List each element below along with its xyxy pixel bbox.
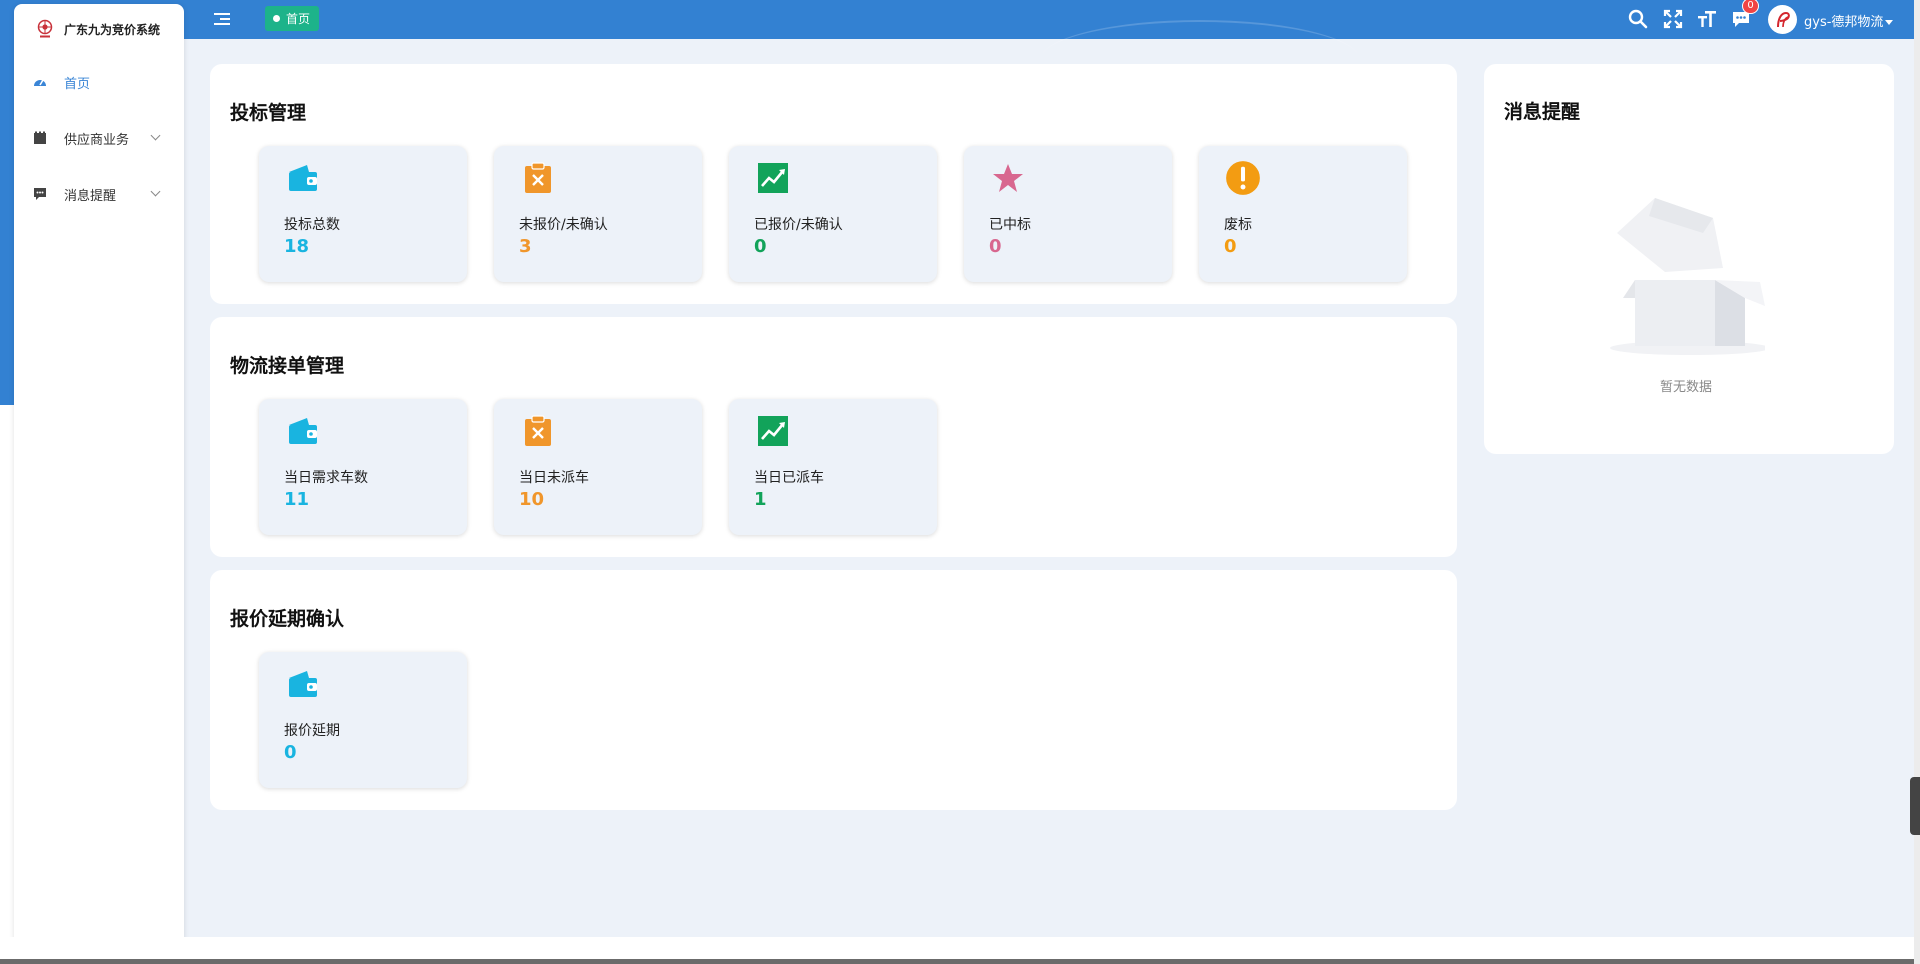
top-header: 首页 0 gys-德邦物流 — [0, 0, 1920, 39]
user-name[interactable]: gys-德邦物流 — [1804, 11, 1883, 30]
avatar[interactable] — [1768, 5, 1797, 34]
sidebar-item-home[interactable]: 首页 — [14, 70, 184, 94]
message-count-badge: 0 — [1742, 0, 1759, 14]
stat-label: 废标 — [1224, 217, 1252, 233]
side-scroll-handle[interactable] — [1910, 777, 1920, 835]
trend-chart-icon — [758, 416, 788, 446]
stat-value: 0 — [754, 236, 767, 257]
stat-value: 1 — [754, 489, 767, 510]
logo-emblem-icon — [36, 18, 54, 40]
tab-dot-icon — [273, 15, 280, 22]
stat-value: 18 — [284, 236, 310, 257]
window-left-edge — [0, 0, 14, 964]
empty-state-text: 暂无数据 — [1660, 380, 1713, 395]
panel-title: 消息提醒 — [1504, 101, 1581, 123]
search-icon[interactable] — [1627, 8, 1649, 30]
sidebar-item-label: 首页 — [64, 76, 91, 92]
sidebar-item-label: 消息提醒 — [64, 188, 117, 204]
warning-icon — [1226, 161, 1260, 195]
stat-label: 报价延期 — [284, 723, 340, 739]
stat-value: 0 — [284, 742, 297, 763]
logo-text: 广东九为竞价系统 — [64, 22, 161, 37]
sidebar-item-supplier-business[interactable]: 供应商业务 — [14, 126, 184, 150]
chevron-down-icon — [150, 130, 161, 141]
star-icon — [993, 164, 1023, 192]
sidebar: 广东九为竞价系统 首页 供应商业务 消息提醒 — [14, 4, 184, 950]
bidding-panel: 投标管理 投标总数 18 未报价/未确认 3 已报价/未确认 0 已中标 0 废… — [210, 64, 1457, 304]
avatar-logo-icon — [1776, 11, 1790, 27]
chevron-down-icon — [150, 186, 161, 197]
stat-card-void[interactable]: 废标 0 — [1199, 146, 1407, 282]
film-icon — [34, 131, 46, 144]
stat-label: 当日已派车 — [754, 470, 824, 486]
trend-chart-icon — [758, 163, 788, 193]
clipboard-x-icon — [525, 415, 551, 446]
chat-icon — [34, 188, 46, 200]
empty-box-icon — [1610, 198, 1765, 355]
panel-title: 报价延期确认 — [230, 608, 345, 630]
window-bottom-edge — [0, 937, 1920, 964]
wallet-icon — [289, 165, 317, 191]
wallet-icon — [289, 418, 317, 444]
font-size-icon[interactable] — [1696, 8, 1718, 30]
stat-label: 投标总数 — [284, 217, 340, 233]
sidebar-item-messages[interactable]: 消息提醒 — [14, 182, 184, 206]
clipboard-x-icon — [525, 162, 551, 193]
fullscreen-icon[interactable] — [1662, 8, 1684, 30]
stat-card-daily-dispatched[interactable]: 当日已派车 1 — [729, 399, 937, 535]
stat-value: 10 — [519, 489, 545, 510]
menu-toggle-icon[interactable] — [214, 8, 238, 30]
logo: 广东九为竞价系统 — [36, 18, 160, 40]
sidebar-item-label: 供应商业务 — [64, 132, 130, 148]
panel-title: 物流接单管理 — [230, 355, 345, 377]
stat-card-quoted-unconfirmed[interactable]: 已报价/未确认 0 — [729, 146, 937, 282]
dashboard-icon — [34, 79, 46, 86]
stat-value: 0 — [989, 236, 1002, 257]
stat-value: 11 — [284, 489, 310, 510]
stat-label: 已中标 — [989, 217, 1031, 233]
stat-label: 未报价/未确认 — [519, 217, 608, 233]
tab-home[interactable]: 首页 — [265, 6, 320, 31]
logistics-panel: 物流接单管理 当日需求车数 11 当日未派车 10 当日已派车 1 — [210, 317, 1457, 557]
user-dropdown-caret-icon[interactable] — [1885, 20, 1893, 25]
stat-card-daily-undispatched[interactable]: 当日未派车 10 — [494, 399, 702, 535]
quote-delay-panel: 报价延期确认 报价延期 0 — [210, 570, 1457, 810]
stat-value: 3 — [519, 236, 532, 257]
stat-card-won[interactable]: 已中标 0 — [964, 146, 1172, 282]
stat-card-daily-demand[interactable]: 当日需求车数 11 — [259, 399, 467, 535]
stat-card-unquoted[interactable]: 未报价/未确认 3 — [494, 146, 702, 282]
stat-label: 当日未派车 — [519, 470, 589, 486]
stat-label: 当日需求车数 — [284, 470, 368, 486]
panel-title: 投标管理 — [230, 102, 307, 124]
tab-home-label: 首页 — [286, 12, 311, 26]
stat-card-quote-delay[interactable]: 报价延期 0 — [259, 652, 467, 788]
stat-label: 已报价/未确认 — [754, 217, 843, 233]
stat-value: 0 — [1224, 236, 1237, 257]
stat-card-total-bids[interactable]: 投标总数 18 — [259, 146, 467, 282]
wallet-icon — [289, 671, 317, 697]
